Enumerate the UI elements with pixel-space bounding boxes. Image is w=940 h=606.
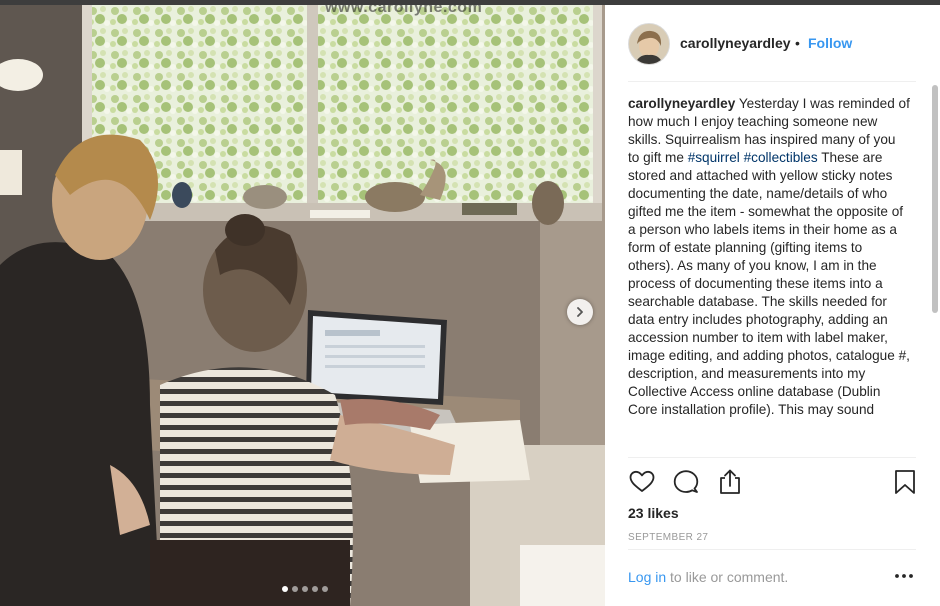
login-prompt-text: to like or comment. xyxy=(666,569,789,585)
carousel-dot xyxy=(312,586,318,592)
comment-icon xyxy=(673,470,699,493)
header-separator-dot: • xyxy=(795,35,800,51)
photo-illustration xyxy=(0,5,605,606)
caption-username[interactable]: carollyneyardley xyxy=(628,96,735,111)
carousel-next-button[interactable] xyxy=(567,299,593,325)
post-side-panel: carollyneyardley • Follow carollyneyardl… xyxy=(605,5,940,606)
carousel-dot xyxy=(302,586,308,592)
carousel-dot xyxy=(292,586,298,592)
hashtag-link[interactable]: #squirrel xyxy=(688,150,740,165)
share-icon xyxy=(720,469,740,494)
bookmark-icon xyxy=(895,470,915,494)
divider xyxy=(628,457,916,458)
save-button[interactable] xyxy=(891,468,919,496)
post-header: carollyneyardley • Follow xyxy=(605,5,940,81)
carousel-indicator xyxy=(282,586,328,592)
photo-watermark: www.carollyne.com xyxy=(325,5,483,16)
post-date[interactable]: SEPTEMBER 27 xyxy=(628,532,708,543)
more-options-icon xyxy=(895,574,913,578)
login-prompt: Log in to like or comment. xyxy=(628,569,788,585)
post-actions xyxy=(628,468,920,498)
caption-text: These are stored and attached with yello… xyxy=(628,150,910,417)
carousel-dot xyxy=(282,586,288,592)
follow-button[interactable]: Follow xyxy=(808,35,852,51)
divider xyxy=(628,81,916,82)
caption-scrollbar[interactable] xyxy=(932,85,938,313)
carousel-dot xyxy=(322,586,328,592)
hashtag-link[interactable]: #collectibles xyxy=(744,150,818,165)
header-username[interactable]: carollyneyardley xyxy=(680,35,791,51)
profile-picture xyxy=(629,24,669,64)
like-button[interactable] xyxy=(628,468,656,496)
divider xyxy=(628,549,916,550)
share-button[interactable] xyxy=(716,468,744,496)
heart-icon xyxy=(629,470,655,492)
like-count[interactable]: 23 likes xyxy=(628,505,679,521)
avatar[interactable] xyxy=(628,23,670,65)
chevron-right-icon xyxy=(577,307,583,317)
login-link[interactable]: Log in xyxy=(628,569,666,585)
post-photo[interactable]: www.carollyne.com xyxy=(0,5,605,606)
post-caption: carollyneyardley Yesterday I was reminde… xyxy=(628,95,910,453)
more-options-button[interactable] xyxy=(893,567,915,585)
comment-button[interactable] xyxy=(672,468,700,496)
